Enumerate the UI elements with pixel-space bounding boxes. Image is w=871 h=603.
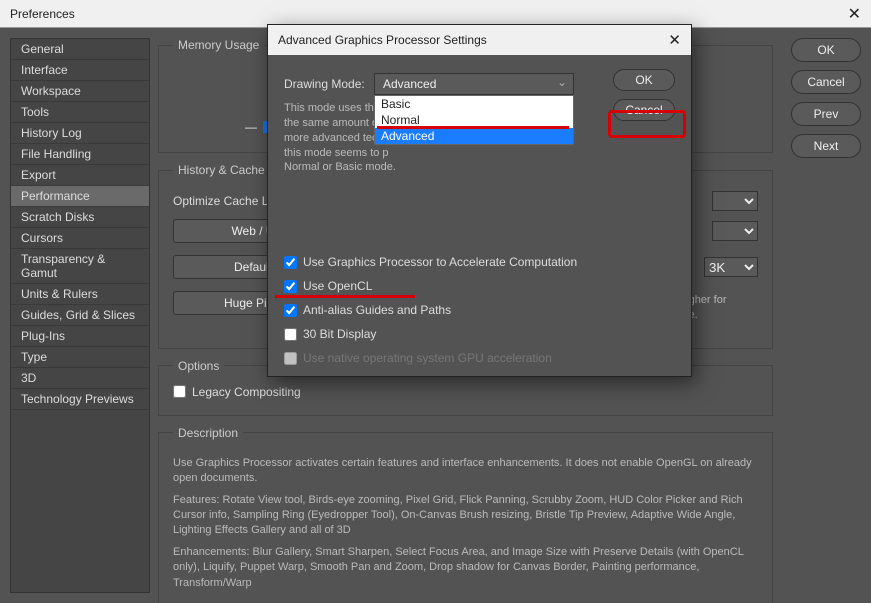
dash-icon: —	[245, 120, 257, 134]
sidebar-item-type[interactable]: Type	[11, 347, 149, 368]
options-legend: Options	[173, 359, 224, 373]
sidebar-item-history-log[interactable]: History Log	[11, 123, 149, 144]
sidebar-item-units-rulers[interactable]: Units & Rulers	[11, 284, 149, 305]
legacy-compositing-checkbox[interactable]	[173, 385, 186, 398]
drawing-mode-label: Drawing Mode:	[284, 77, 374, 91]
modal-close-icon[interactable]: ✕	[668, 31, 681, 49]
chk-aa-row[interactable]: Anti-alias Guides and Paths	[284, 303, 607, 317]
close-icon[interactable]: ✕	[848, 4, 861, 24]
sidebar-item-workspace[interactable]: Workspace	[11, 81, 149, 102]
sidebar-item-cursors[interactable]: Cursors	[11, 228, 149, 249]
drawing-mode-list: BasicNormalAdvanced	[374, 95, 574, 145]
cache-tile-select[interactable]: 3K	[704, 257, 758, 277]
next-button[interactable]: Next	[791, 134, 861, 158]
chk-accel[interactable]	[284, 256, 297, 269]
sidebar-item-file-handling[interactable]: File Handling	[11, 144, 149, 165]
sidebar-item-performance[interactable]: Performance	[11, 186, 149, 207]
history-cache-legend: History & Cache	[173, 163, 270, 177]
sidebar-item-export[interactable]: Export	[11, 165, 149, 186]
chk-opencl[interactable]	[284, 280, 297, 293]
modal-left: Drawing Mode: Advanced BasicNormalAdvanc…	[284, 69, 607, 375]
sidebar-item-plug-ins[interactable]: Plug-Ins	[11, 326, 149, 347]
drawing-mode-dropdown[interactable]: Advanced BasicNormalAdvanced	[374, 73, 574, 95]
modal-cancel-button[interactable]: Cancel	[613, 99, 675, 121]
right-button-column: OK Cancel Prev Next	[781, 28, 871, 603]
chk-native	[284, 352, 297, 365]
sidebar-item-interface[interactable]: Interface	[11, 60, 149, 81]
drawing-mode-option-basic[interactable]: Basic	[375, 96, 573, 112]
chk-accel-row[interactable]: Use Graphics Processor to Accelerate Com…	[284, 255, 607, 269]
chk-30bit-row[interactable]: 30 Bit Display	[284, 327, 607, 341]
sidebar-item-transparency-gamut[interactable]: Transparency & Gamut	[11, 249, 149, 284]
sidebar-item-tools[interactable]: Tools	[11, 102, 149, 123]
chk-native-label: Use native operating system GPU accelera…	[303, 351, 552, 365]
modal-titlebar: Advanced Graphics Processor Settings ✕	[268, 25, 691, 55]
chk-aa[interactable]	[284, 304, 297, 317]
sidebar-item-general[interactable]: General	[11, 39, 149, 60]
description-group: Description Use Graphics Processor activ…	[158, 426, 773, 603]
modal-title: Advanced Graphics Processor Settings	[278, 33, 487, 47]
chk-30bit-label: 30 Bit Display	[303, 327, 376, 341]
sidebar: GeneralInterfaceWorkspaceToolsHistory Lo…	[10, 38, 150, 593]
modal-checkboxes: Use Graphics Processor to Accelerate Com…	[284, 255, 607, 365]
chk-opencl-label: Use OpenCL	[303, 279, 372, 293]
chk-opencl-row[interactable]: Use OpenCL	[284, 279, 607, 293]
window-title: Preferences	[10, 7, 75, 21]
sidebar-item-guides-grid-slices[interactable]: Guides, Grid & Slices	[11, 305, 149, 326]
ok-button[interactable]: OK	[791, 38, 861, 62]
advanced-gpu-modal: Advanced Graphics Processor Settings ✕ D…	[267, 24, 692, 377]
modal-right: OK Cancel	[607, 69, 675, 375]
description-legend: Description	[173, 426, 243, 440]
sidebar-item-3d[interactable]: 3D	[11, 368, 149, 389]
cache-select-2[interactable]	[712, 221, 758, 241]
description-p1: Use Graphics Processor activates certain…	[173, 456, 758, 487]
chk-30bit[interactable]	[284, 328, 297, 341]
drawing-mode-option-advanced[interactable]: Advanced	[375, 128, 573, 144]
drawing-mode-option-normal[interactable]: Normal	[375, 112, 573, 128]
chk-native-row: Use native operating system GPU accelera…	[284, 351, 607, 365]
chk-accel-label: Use Graphics Processor to Accelerate Com…	[303, 255, 577, 269]
optimize-cache-label: Optimize Cache Le	[173, 194, 275, 208]
modal-body: Drawing Mode: Advanced BasicNormalAdvanc…	[268, 55, 691, 389]
memory-usage-legend: Memory Usage	[173, 38, 264, 52]
chk-aa-label: Anti-alias Guides and Paths	[303, 303, 451, 317]
cache-select-1[interactable]	[712, 191, 758, 211]
drawing-mode-value[interactable]: Advanced	[374, 73, 574, 95]
cancel-button[interactable]: Cancel	[791, 70, 861, 94]
description-p3: Enhancements: Blur Gallery, Smart Sharpe…	[173, 545, 758, 591]
modal-ok-button[interactable]: OK	[613, 69, 675, 91]
prev-button[interactable]: Prev	[791, 102, 861, 126]
sidebar-item-technology-previews[interactable]: Technology Previews	[11, 389, 149, 410]
sidebar-item-scratch-disks[interactable]: Scratch Disks	[11, 207, 149, 228]
description-p2: Features: Rotate View tool, Birds-eye zo…	[173, 493, 758, 539]
